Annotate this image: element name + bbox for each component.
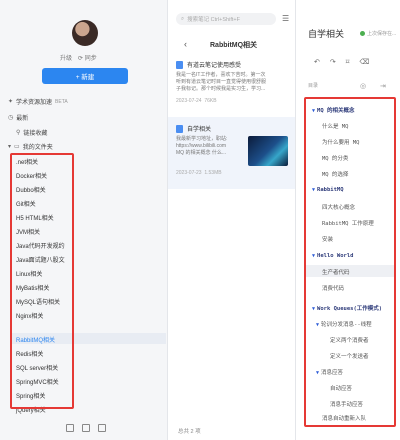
note-count: 总共 2 项: [178, 429, 201, 435]
folder-icon: ▭: [14, 144, 20, 150]
eraser-icon[interactable]: ⌫: [359, 58, 369, 66]
folder-title: RabbitMQ相关: [210, 42, 258, 49]
note-preview: 我是一名IT工作者，喜欢下苦时。第一次: [176, 72, 266, 78]
format-painter-icon[interactable]: ⌑: [346, 58, 350, 66]
note-preview: 我最新学习地址，职站:: [176, 136, 228, 142]
note-title-heading[interactable]: 自学相关: [308, 27, 344, 40]
document-icon: [176, 61, 183, 69]
chevron-down-icon: ▾: [8, 144, 12, 150]
note-meta: 2023-07-24 76KB: [176, 98, 217, 104]
sort-icon[interactable]: ☰: [282, 14, 289, 23]
note-list-panel: ⌕ 搜索笔记 Ctrl+Shift+F ☰ ‹ RabbitMQ相关 有道云笔记…: [168, 0, 296, 440]
sidebar-item-folders[interactable]: ▾ ▭ 我的文件夹: [8, 142, 53, 151]
note-item[interactable]: 有道云笔记使用感受 我是一名IT工作者，喜欢下苦时。第一次 听到有道云笔记时目一…: [176, 60, 288, 110]
note-preview: 听到有道云笔记时目一直觉得使用很舒服: [176, 79, 267, 85]
document-icon: [176, 125, 183, 133]
bookmark-icon: ✦: [8, 99, 14, 105]
editor-toolbar: ↶ ↷ ⌑ ⌫: [314, 58, 369, 66]
grid-icon[interactable]: [82, 424, 90, 432]
user-actions: 升级 ⟳ 同步: [60, 53, 97, 62]
note-title: 有道云笔记使用感受: [187, 63, 242, 69]
sidebar-bottom-tools: [66, 424, 106, 432]
folder-list-highlight-box: [10, 153, 74, 409]
save-status: 上次保存在...: [360, 30, 396, 37]
redo-icon[interactable]: ↷: [330, 58, 336, 66]
note-title: 自学相关: [187, 127, 212, 133]
layout-icon[interactable]: [66, 424, 74, 432]
clock-icon: ◷: [8, 115, 14, 121]
sidebar-item-academic[interactable]: ✦ 学术资源加速 BETA: [8, 97, 68, 107]
note-preview: 子我标记。那个时候我是实习生，学习...: [176, 86, 266, 92]
collapse-toc-icon[interactable]: ⇥: [380, 82, 386, 90]
search-icon: ⌕: [181, 15, 185, 22]
note-meta: 2023-07-23 1.53MB: [176, 170, 222, 176]
back-arrow-icon[interactable]: ‹: [184, 39, 187, 49]
note-thumbnail: [248, 136, 288, 166]
new-note-button[interactable]: + 新建: [42, 68, 128, 84]
undo-icon[interactable]: ↶: [314, 58, 320, 66]
avatar[interactable]: [72, 20, 98, 46]
beta-badge: BETA: [55, 98, 68, 105]
sidebar-item-latest[interactable]: ◷ 最新: [8, 113, 28, 122]
target-icon[interactable]: ◎: [360, 82, 366, 90]
upgrade-link[interactable]: 升级: [60, 53, 72, 62]
search-input[interactable]: ⌕ 搜索笔记 Ctrl+Shift+F: [176, 13, 276, 25]
toc-header: 目录 ◎ ⇥: [308, 82, 386, 90]
sidebar-item-links[interactable]: ⚲ 链接收藏: [16, 128, 47, 137]
link-icon: ⚲: [16, 130, 21, 136]
note-item-selected[interactable]: 自学相关 我最新学习地址，职站: https://www.bilibili.co…: [176, 124, 288, 180]
note-preview: MQ 的相关概念 什么...: [176, 150, 227, 156]
saved-icon: [360, 31, 365, 36]
outline-highlight-box: [304, 97, 396, 427]
sync-link[interactable]: ⟳ 同步: [78, 53, 97, 62]
window-icon[interactable]: [98, 424, 106, 432]
note-preview: https://www.bilibili.com: [176, 143, 227, 149]
